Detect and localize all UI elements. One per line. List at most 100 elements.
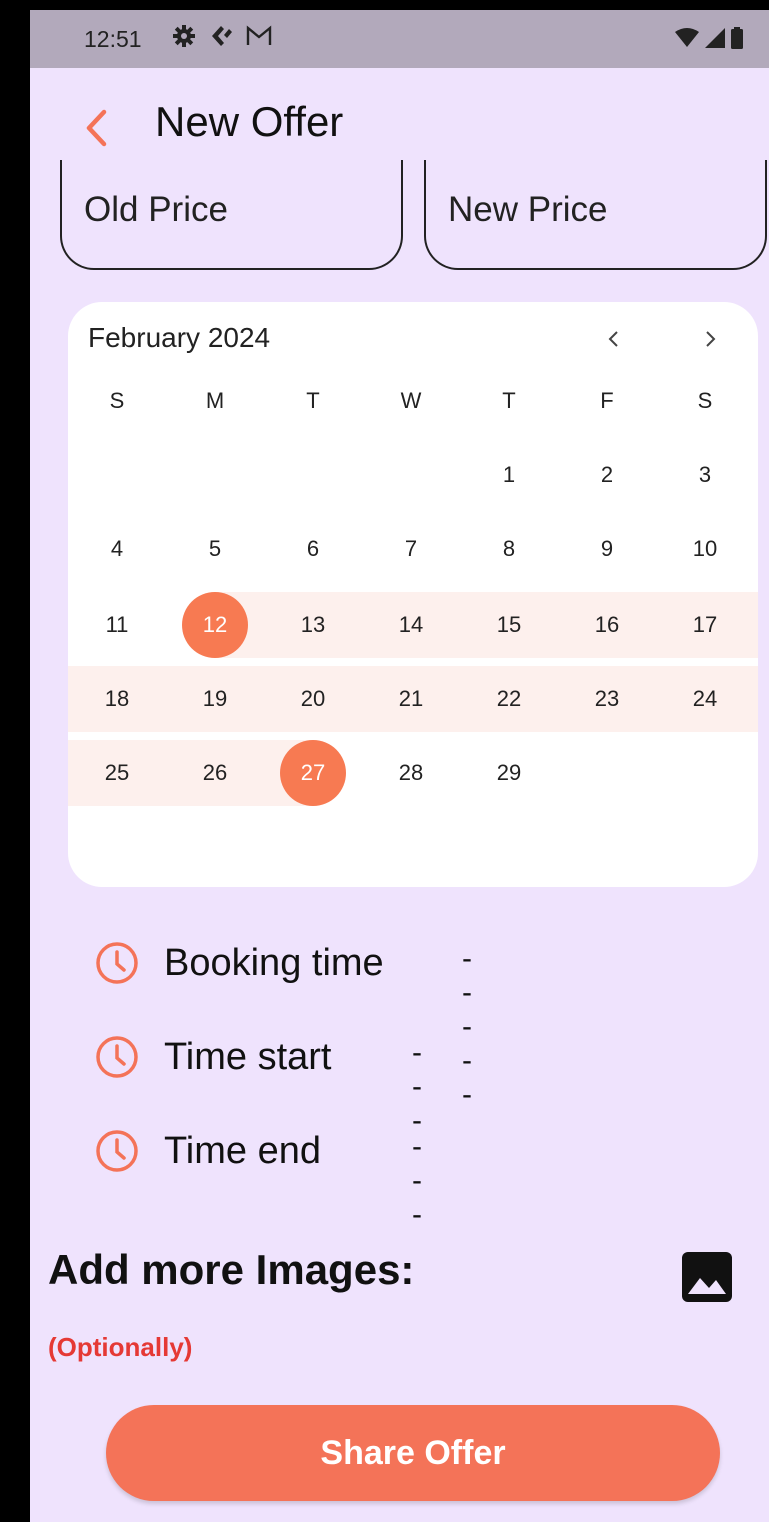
weekday-header-row: S M T W T F S: [68, 368, 758, 434]
calendar-day[interactable]: 18: [68, 666, 166, 732]
calendar-day-number: 11: [105, 612, 129, 637]
calendar-day-number: 10: [692, 536, 718, 561]
status-icons-left: [172, 23, 272, 49]
calendar-day-number: 24: [692, 686, 718, 711]
calendar-day-number: 9: [600, 536, 614, 561]
calendar-day-number: 6: [306, 536, 320, 561]
gmail-icon: [246, 25, 272, 45]
calendar-day[interactable]: 21: [362, 666, 460, 732]
calendar-day-number: 14: [398, 612, 424, 637]
weekday-label: F: [600, 388, 614, 413]
time-start-value: ---: [412, 1036, 422, 1137]
calendar-day-number: 25: [104, 760, 130, 785]
calendar-month-label: February 2024: [88, 322, 271, 353]
weekday-label: T: [502, 388, 516, 413]
clock-icon: [96, 1130, 138, 1172]
calendar-day[interactable]: 24: [656, 666, 754, 732]
calendar-day[interactable]: 15: [460, 592, 558, 658]
calendar-day[interactable]: 19: [166, 666, 264, 732]
calendar-day-number: 5: [208, 536, 222, 561]
calendar-day[interactable]: 23: [558, 666, 656, 732]
calendar-day-number: 16: [594, 612, 620, 637]
battery-icon: [731, 27, 743, 49]
calendar-day-selected[interactable]: 27: [264, 740, 362, 806]
calendar-day[interactable]: 11: [68, 592, 166, 658]
calendar-day-number: 26: [202, 760, 228, 785]
chevron-left-icon: [86, 109, 107, 147]
booking-time-value: -----: [462, 942, 472, 1111]
calendar-day-number: 22: [496, 686, 522, 711]
calendar-day[interactable]: 7: [362, 516, 460, 582]
calendar-day-number: 13: [300, 612, 326, 637]
weekday-label: S: [109, 388, 125, 413]
page-title: New Offer: [155, 98, 344, 145]
calendar-day[interactable]: 8: [460, 516, 558, 582]
weekday-label: M: [205, 388, 225, 413]
next-month-button[interactable]: [696, 324, 726, 354]
status-icons-right: [675, 27, 743, 49]
booking-time-row[interactable]: Booking time -----: [94, 938, 472, 1111]
time-end-value: ---: [412, 1130, 422, 1231]
calendar-day-number: 23: [594, 686, 620, 711]
wifi-icon: [675, 28, 699, 47]
calendar-day-number: 27: [300, 760, 326, 785]
clock-icon: [96, 942, 138, 984]
add-image-button[interactable]: [680, 1250, 734, 1304]
calendar-day-number: 3: [698, 462, 712, 487]
booking-time-label: Booking time: [164, 941, 384, 984]
calendar-day[interactable]: 14: [362, 592, 460, 658]
calendar-day-number: 8: [502, 536, 516, 561]
share-offer-button[interactable]: Share Offer: [106, 1405, 720, 1501]
calendar-day[interactable]: 1: [460, 442, 558, 508]
phone-screen: 12:51 New Offer Old Price New Price Febr…: [30, 10, 769, 1522]
time-start-row[interactable]: Time start ---: [94, 1032, 422, 1137]
calendar-day-number: 21: [398, 686, 424, 711]
back-button[interactable]: [76, 102, 116, 154]
calendar-day[interactable]: 5: [166, 516, 264, 582]
calendar-day[interactable]: 13: [264, 592, 362, 658]
time-end-row[interactable]: Time end ---: [94, 1126, 422, 1231]
weekday-label: S: [697, 388, 713, 413]
calendar-day[interactable]: 25: [68, 740, 166, 806]
calendar-day-selected[interactable]: 12: [166, 592, 264, 658]
gear-icon: [173, 25, 195, 47]
calendar-day-number: 17: [692, 612, 718, 637]
calendar-day[interactable]: 20: [264, 666, 362, 732]
calendar-day[interactable]: 29: [460, 740, 558, 806]
calendar-day[interactable]: 22: [460, 666, 558, 732]
old-price-field[interactable]: Old Price: [60, 160, 403, 270]
calendar-week-row: 18 19 20 21 22 23 24: [68, 666, 758, 732]
calendar-day-number: 12: [202, 612, 228, 637]
calendar-day[interactable]: 28: [362, 740, 460, 806]
time-start-label: Time start: [164, 1035, 332, 1078]
calendar-day-number: 15: [496, 612, 522, 637]
calendar-day[interactable]: 4: [68, 516, 166, 582]
calendar-day-number: 4: [110, 536, 124, 561]
calendar-day-number: 20: [300, 686, 326, 711]
time-end-label: Time end: [164, 1129, 321, 1172]
date-range-calendar: February 2024 S M T W T F S 1 2 3 4 5 6 7 8 9 10 1…: [68, 302, 758, 887]
calendar-day-number: 7: [404, 536, 418, 561]
calendar-week-row: 4 5 6 7 8 9 10: [68, 516, 758, 582]
new-price-field[interactable]: New Price: [424, 160, 767, 270]
calendar-week-row: 25 26 27 28 29: [68, 740, 758, 806]
calendar-day-number: 29: [496, 760, 522, 785]
previous-month-button[interactable]: [598, 324, 628, 354]
calendar-day[interactable]: 26: [166, 740, 264, 806]
calendar-day[interactable]: 2: [558, 442, 656, 508]
calendar-day[interactable]: 9: [558, 516, 656, 582]
calendar-day-number: 19: [202, 686, 228, 711]
weekday-label: W: [400, 388, 422, 413]
image-icon: [682, 1252, 732, 1302]
calendar-day[interactable]: 17: [656, 592, 754, 658]
calendar-day[interactable]: 10: [656, 516, 754, 582]
status-time: 12:51: [84, 26, 142, 52]
calendar-week-row: 11 12 13 14 15 16 17: [68, 592, 758, 658]
status-bar: 12:51: [30, 10, 769, 68]
chevron-left-icon: [608, 331, 618, 347]
calendar-day[interactable]: 3: [656, 442, 754, 508]
calendar-day[interactable]: 6: [264, 516, 362, 582]
calendar-day[interactable]: 16: [558, 592, 656, 658]
add-images-title: Add more Images:: [48, 1246, 415, 1293]
chevron-right-icon: [706, 331, 716, 347]
